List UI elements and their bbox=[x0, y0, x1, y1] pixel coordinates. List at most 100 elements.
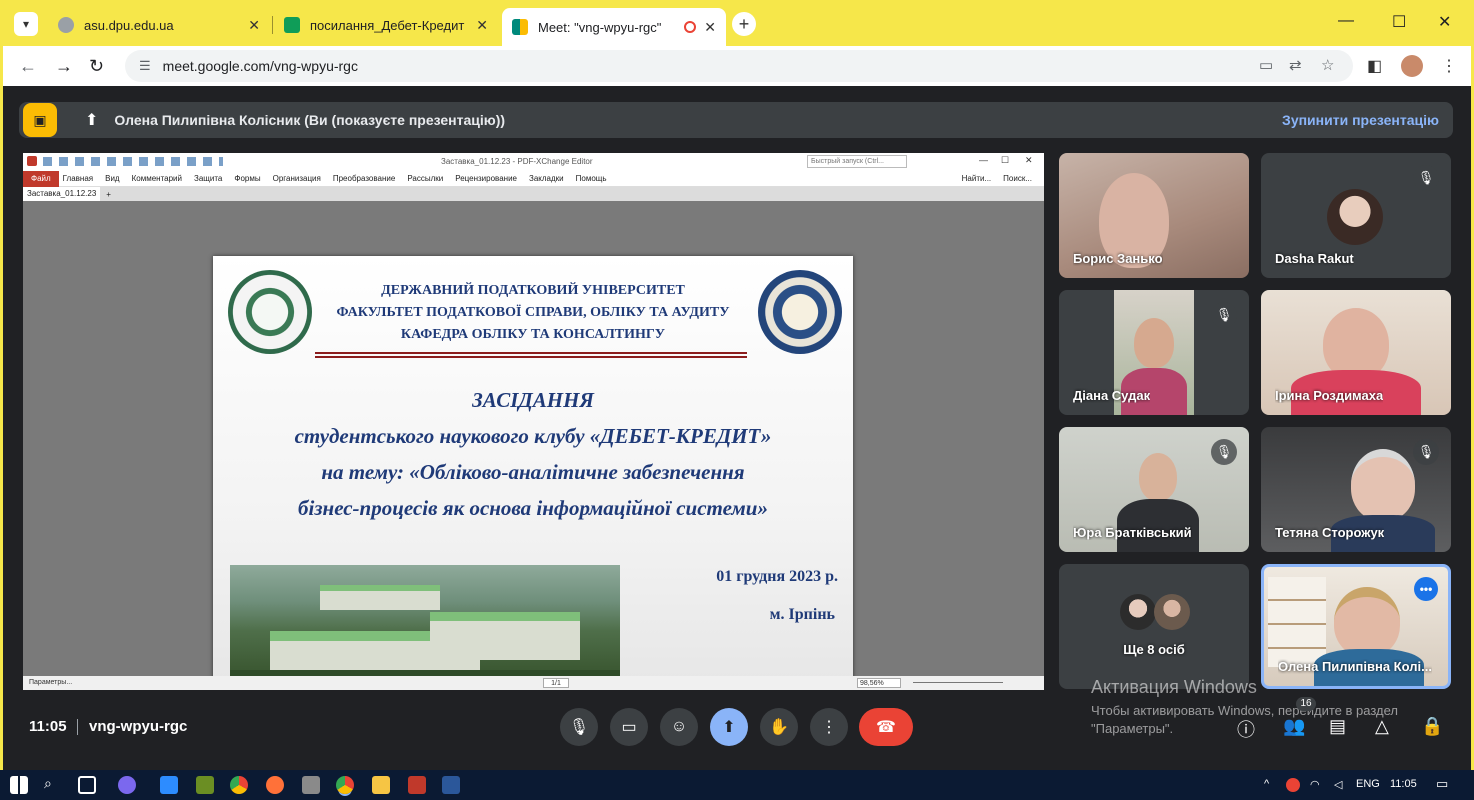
app-icon[interactable] bbox=[118, 776, 136, 794]
menu-organize[interactable]: Организация bbox=[273, 174, 321, 183]
task-view-icon[interactable] bbox=[78, 776, 96, 794]
chevron-up-icon[interactable]: ^ bbox=[1264, 778, 1269, 790]
leave-call-button[interactable]: ☎ bbox=[859, 708, 913, 746]
add-tab-icon[interactable]: + bbox=[106, 190, 111, 199]
menu-forms[interactable]: Формы bbox=[234, 174, 260, 183]
presentation-bar: ▣ ⬆ Олена Пилипівна Колісник (Ви (показу… bbox=[19, 102, 1453, 138]
maximize-icon[interactable]: ☐ bbox=[1001, 155, 1009, 166]
doc-tab[interactable]: Заставка_01.12.23 bbox=[23, 187, 101, 201]
reactions-button[interactable]: ☺ bbox=[660, 708, 698, 746]
zoom-icon[interactable] bbox=[160, 776, 178, 794]
word-icon[interactable] bbox=[442, 776, 460, 794]
menu-convert[interactable]: Преобразование bbox=[333, 174, 395, 183]
taskbar-clock[interactable]: 11:05 bbox=[1390, 778, 1417, 790]
menu-home[interactable]: Главная bbox=[63, 174, 93, 183]
zoom-slider[interactable] bbox=[913, 682, 1003, 683]
microphone-icon: 🎙 bbox=[568, 719, 590, 736]
firefox-icon[interactable] bbox=[266, 776, 284, 794]
profile-avatar[interactable] bbox=[1401, 55, 1423, 77]
reload-icon[interactable]: ↻ bbox=[89, 56, 104, 77]
new-tab-button[interactable]: + bbox=[732, 12, 756, 36]
chrome-active-icon[interactable] bbox=[336, 776, 354, 794]
zoom-select[interactable]: 98,56% bbox=[857, 678, 901, 688]
camera-button[interactable]: ▭ bbox=[610, 708, 648, 746]
pdf-editor-icon[interactable] bbox=[408, 776, 426, 794]
search-button[interactable]: Поиск... bbox=[1003, 174, 1032, 183]
more-options-button[interactable]: ⋮ bbox=[810, 708, 848, 746]
page-number-input[interactable]: 1/1 bbox=[543, 678, 569, 688]
participant-tile-self[interactable]: ••• Олена Пилипівна Колі... bbox=[1261, 564, 1451, 689]
forward-icon[interactable]: → bbox=[55, 56, 73, 77]
close-icon[interactable]: ✕ bbox=[248, 17, 260, 34]
notifications-icon[interactable]: ▭ bbox=[1436, 776, 1448, 792]
app-icon[interactable] bbox=[196, 776, 214, 794]
participant-tile[interactable]: 🎙 Dasha Rakut bbox=[1261, 153, 1451, 278]
minimize-icon[interactable]: — bbox=[1338, 12, 1354, 30]
quick-search-input[interactable]: Быстрый запуск (Ctrl... bbox=[807, 155, 907, 168]
input-language[interactable]: ENG bbox=[1356, 778, 1380, 790]
chrome-icon[interactable] bbox=[230, 776, 248, 794]
microphone-button[interactable]: 🎙 bbox=[560, 708, 598, 746]
participant-tile[interactable]: Борис Занько bbox=[1059, 153, 1249, 278]
activities-icon[interactable]: △ bbox=[1375, 716, 1389, 737]
shared-screen: Заставка_01.12.23 - PDF-XChange Editor Б… bbox=[23, 153, 1044, 690]
volume-icon[interactable]: ◁ bbox=[1334, 778, 1342, 791]
menu-help[interactable]: Помощь bbox=[576, 174, 607, 183]
presentation-off-icon[interactable]: ▣ bbox=[23, 103, 57, 137]
close-icon[interactable]: ✕ bbox=[704, 19, 716, 36]
people-icon[interactable]: 👥 bbox=[1283, 716, 1305, 737]
sheets-icon bbox=[284, 17, 300, 33]
tray-icon[interactable] bbox=[1286, 778, 1300, 792]
participant-tile[interactable]: Ірина Роздимаха bbox=[1261, 290, 1451, 415]
wifi-icon[interactable]: ◠ bbox=[1310, 778, 1320, 791]
stop-presenting-button[interactable]: Зупинити презентацію bbox=[1282, 112, 1439, 128]
windows-activation-text: Чтобы активировать Windows, перейдите в … bbox=[1091, 703, 1398, 736]
chat-icon[interactable]: ▤ bbox=[1329, 716, 1346, 737]
participant-tile-more[interactable]: Ще 8 осіб bbox=[1059, 564, 1249, 689]
tab-meet[interactable]: Meet: "vng-wpyu-rgc" ✕ bbox=[502, 8, 726, 46]
tab-search-button[interactable]: ▾ bbox=[14, 12, 38, 36]
raise-hand-button[interactable]: ✋ bbox=[760, 708, 798, 746]
more-options-icon[interactable]: ••• bbox=[1414, 577, 1438, 601]
tab-spreadsheet[interactable]: посилання_Дебет-Кредит • ко ✕ bbox=[274, 8, 498, 42]
close-icon[interactable]: ✕ bbox=[476, 17, 488, 34]
meet-icon bbox=[512, 19, 528, 35]
menu-review[interactable]: Рецензирование bbox=[455, 174, 517, 183]
minimize-icon[interactable]: — bbox=[979, 155, 988, 165]
participant-tile[interactable]: 🎙 Юра Братківський bbox=[1059, 427, 1249, 552]
menu-mailing[interactable]: Рассылки bbox=[407, 174, 443, 183]
pdf-canvas: ДЕРЖАВНИЙ ПОДАТКОВИЙ УНІВЕРСИТЕТ ФАКУЛЬТ… bbox=[23, 201, 1044, 690]
close-window-icon[interactable]: ✕ bbox=[1438, 12, 1451, 32]
options-button[interactable]: Параметры... bbox=[29, 679, 72, 686]
file-explorer-icon[interactable] bbox=[372, 776, 390, 794]
bookmark-star-icon[interactable]: ☆ bbox=[1321, 56, 1334, 74]
camera-icon[interactable]: ▭ bbox=[1259, 56, 1273, 74]
windows-start-icon[interactable] bbox=[10, 776, 28, 794]
tab-asu[interactable]: asu.dpu.edu.ua ✕ bbox=[48, 8, 270, 42]
find-button[interactable]: Найти... bbox=[962, 174, 992, 183]
back-icon[interactable]: ← bbox=[19, 56, 37, 77]
menu-view[interactable]: Вид bbox=[105, 174, 119, 183]
toolbar-quick-icons bbox=[43, 157, 223, 166]
close-icon[interactable]: ✕ bbox=[1025, 155, 1033, 166]
camera-icon: ▭ bbox=[621, 719, 637, 736]
menu-icon[interactable]: ⋮ bbox=[1441, 56, 1457, 76]
menu-file[interactable]: Файл bbox=[23, 170, 59, 187]
participant-tile[interactable]: 🎙 Діана Судак bbox=[1059, 290, 1249, 415]
search-icon[interactable]: ⌕ bbox=[44, 775, 52, 792]
present-button[interactable]: ⬆ bbox=[710, 708, 748, 746]
campus-photo bbox=[230, 565, 620, 690]
sidepanel-icon[interactable]: ◧ bbox=[1367, 56, 1382, 76]
menu-protect[interactable]: Защита bbox=[194, 174, 222, 183]
app-icon[interactable] bbox=[302, 776, 320, 794]
omnibox[interactable]: ☰ meet.google.com/vng-wpyu-rgc ▭ ⇄ ☆ bbox=[125, 50, 1353, 82]
info-icon[interactable]: ⓘ bbox=[1237, 716, 1255, 742]
more-vert-icon: ⋮ bbox=[821, 719, 837, 736]
translate-icon[interactable]: ⇄ bbox=[1289, 56, 1302, 74]
site-info-icon[interactable]: ☰ bbox=[139, 58, 151, 74]
menu-bookmarks[interactable]: Закладки bbox=[529, 174, 564, 183]
host-controls-icon[interactable]: 🔒 bbox=[1421, 716, 1443, 737]
menu-comment[interactable]: Комментарий bbox=[132, 174, 182, 183]
maximize-icon[interactable]: ☐ bbox=[1392, 12, 1406, 32]
participant-tile[interactable]: 🎙 Тетяна Сторожук bbox=[1261, 427, 1451, 552]
